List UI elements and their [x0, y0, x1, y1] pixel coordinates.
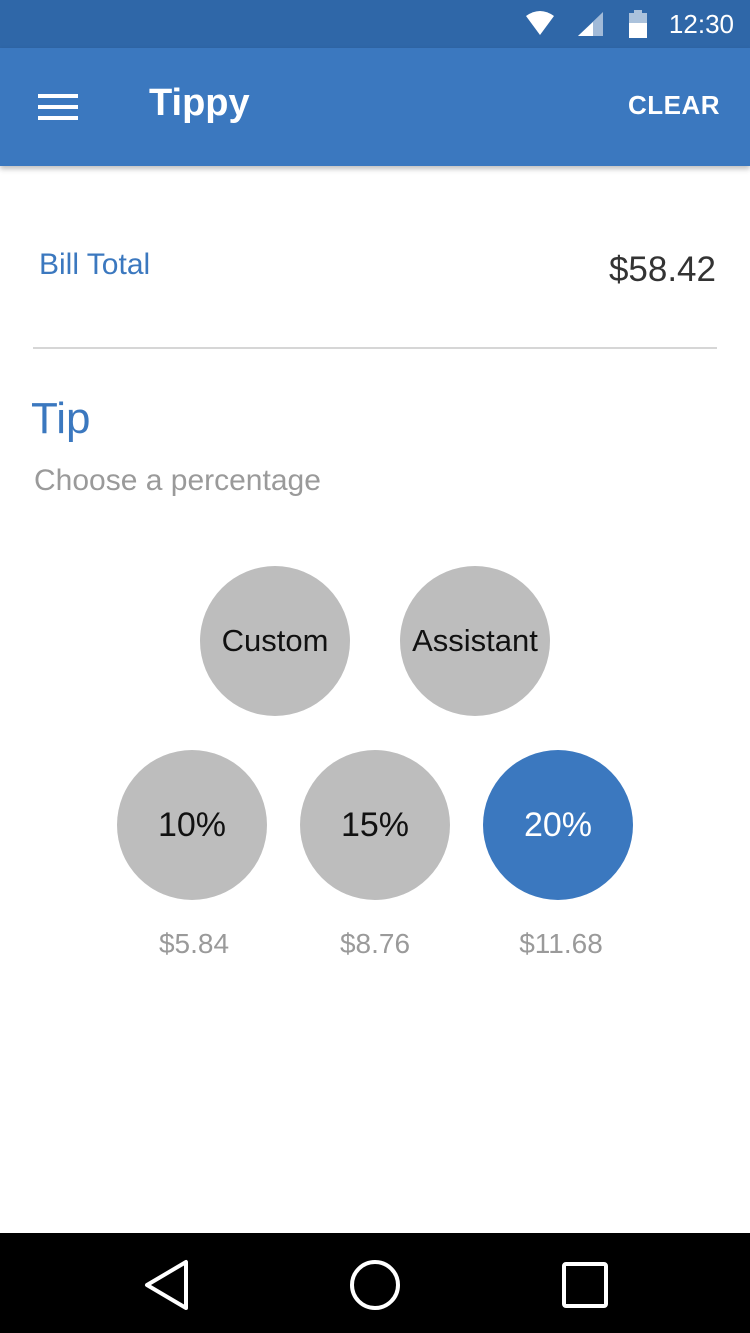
custom-tip-button[interactable]: Custom	[200, 566, 350, 716]
wifi-icon	[525, 11, 555, 37]
status-bar: 12:30	[0, 0, 750, 48]
status-time: 12:30	[668, 8, 734, 39]
tip-15-amount: $8.76	[339, 928, 411, 959]
tip-20-amount: $11.68	[519, 928, 603, 959]
app-title: Tippy	[149, 82, 250, 124]
tip-20-button[interactable]: 20%	[483, 750, 633, 900]
tip-subtitle: Choose a percentage	[34, 464, 321, 497]
back-icon[interactable]	[137, 1255, 197, 1315]
divider	[33, 347, 717, 349]
bill-total-input[interactable]: $58.42	[609, 250, 716, 290]
tip-heading: Tip	[31, 394, 91, 443]
clear-button[interactable]: CLEAR	[628, 90, 720, 121]
battery-icon	[628, 10, 647, 38]
home-icon[interactable]	[345, 1255, 405, 1315]
navigation-bar	[0, 1233, 750, 1333]
recents-icon[interactable]	[555, 1255, 615, 1315]
tip-10-amount: $5.84	[158, 928, 230, 959]
app-bar: Tippy CLEAR	[0, 48, 750, 166]
signal-icon	[577, 11, 603, 37]
assistant-tip-button[interactable]: Assistant	[400, 566, 550, 716]
tip-15-button[interactable]: 15%	[300, 750, 450, 900]
status-icons: 12:30	[525, 0, 734, 48]
hamburger-menu-icon[interactable]	[28, 78, 88, 136]
bill-total-label: Bill Total	[39, 248, 151, 281]
tip-10-button[interactable]: 10%	[117, 750, 267, 900]
